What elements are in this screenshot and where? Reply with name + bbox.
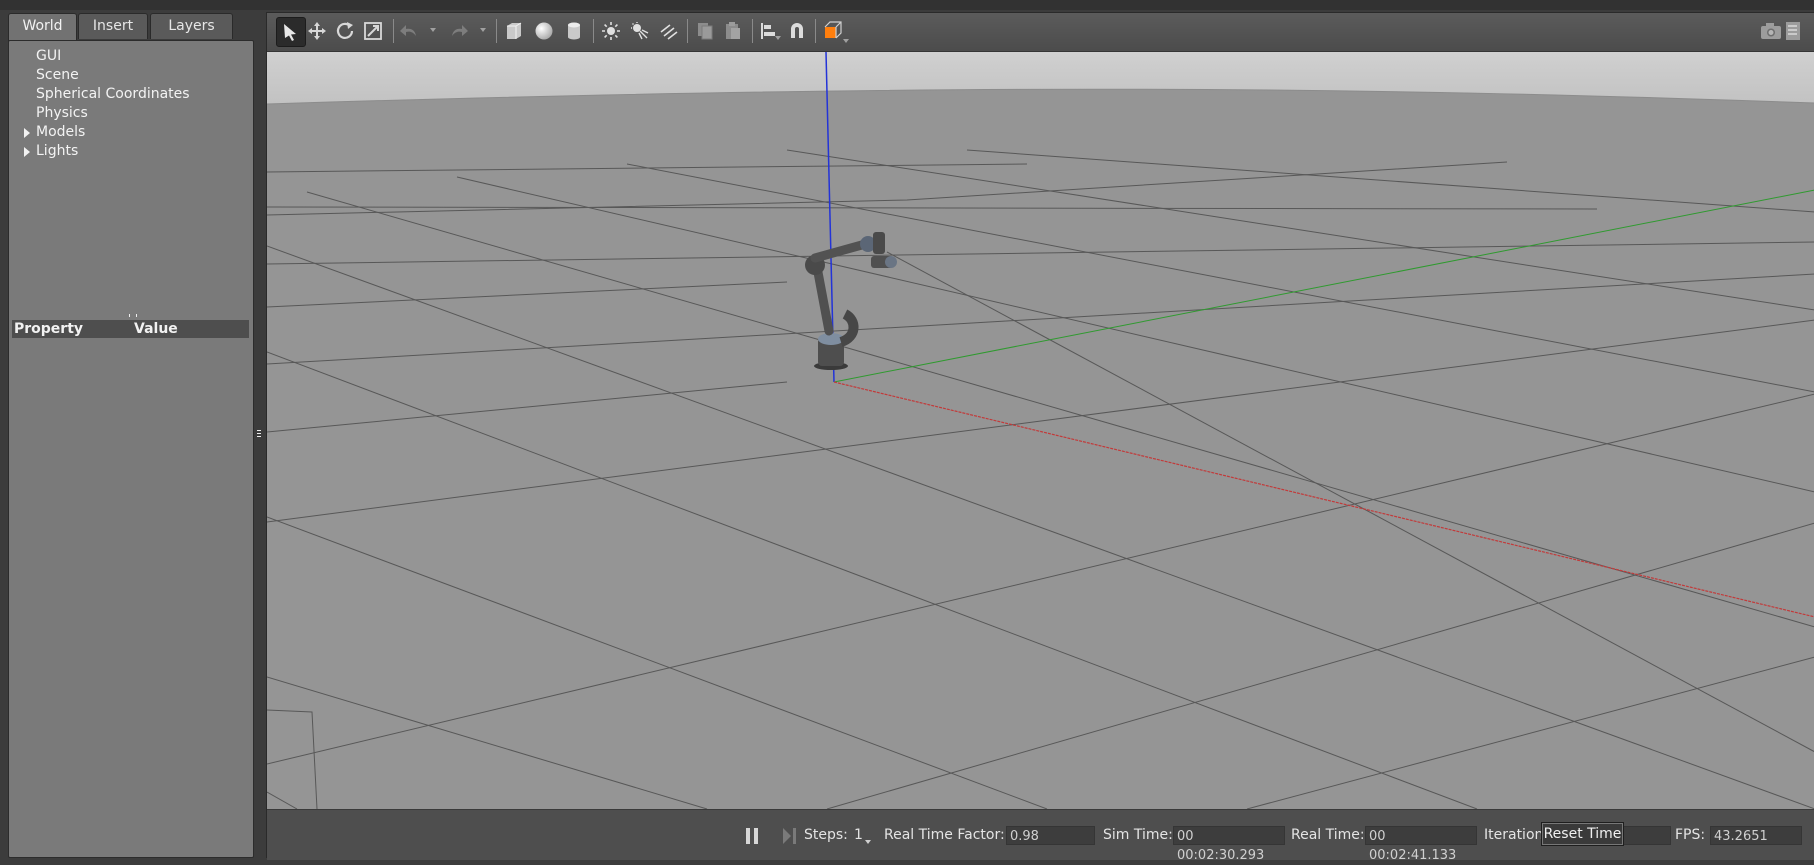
- tree-item-label: Lights: [36, 143, 79, 159]
- redo-dropdown-icon[interactable]: [480, 28, 486, 32]
- world-panel: GUI Scene Spherical Coordinates Physics …: [8, 40, 254, 858]
- steps-dropdown-icon[interactable]: [865, 840, 871, 844]
- scene-canvas: [267, 52, 1814, 809]
- tree-item-lights[interactable]: Lights: [9, 142, 249, 161]
- align-icon[interactable]: [755, 17, 783, 45]
- undo-dropdown-icon[interactable]: [430, 28, 436, 32]
- steps-value[interactable]: 1: [854, 826, 863, 845]
- translate-mode-icon[interactable]: [303, 17, 331, 45]
- property-table-header: Property Value: [12, 320, 249, 338]
- screenshot-icon[interactable]: [1757, 17, 1785, 45]
- toolbar-separator: [496, 19, 497, 43]
- select-mode-icon[interactable]: [276, 17, 306, 47]
- paste-icon[interactable]: [719, 17, 747, 45]
- toolbar-separator: [752, 19, 753, 43]
- toolbar-separator: [393, 19, 394, 43]
- spot-light-icon[interactable]: [626, 17, 654, 45]
- align-dropdown-icon[interactable]: [775, 36, 781, 40]
- tree-item-scene[interactable]: Scene: [9, 66, 249, 85]
- point-light-icon[interactable]: [597, 17, 625, 45]
- tab-layers[interactable]: Layers: [150, 13, 233, 39]
- tree-item-label: Models: [36, 124, 86, 140]
- tree-item-label: Scene: [36, 67, 79, 83]
- steps-label: Steps:: [804, 827, 848, 843]
- splitter-handle[interactable]: [129, 314, 137, 317]
- render-area: Steps: 1 Real Time Factor: 0.98 Sim Time…: [266, 12, 1814, 863]
- expand-arrow-icon[interactable]: [24, 147, 30, 157]
- copy-icon[interactable]: [691, 17, 719, 45]
- window-top-strip: [0, 0, 1814, 10]
- toolbar-separator: [687, 19, 688, 43]
- real-time-label: Real Time:: [1291, 827, 1365, 843]
- ground-plane: [267, 89, 1814, 809]
- sim-time-field: 00 00:02:30.293: [1173, 826, 1285, 863]
- tree-item-label: Spherical Coordinates: [36, 86, 190, 102]
- real-time-factor-field: 0.98: [1006, 826, 1095, 845]
- directional-light-icon[interactable]: [655, 17, 683, 45]
- column-header-value[interactable]: Value: [134, 320, 178, 338]
- rotate-mode-icon[interactable]: [331, 17, 359, 45]
- fps-label: FPS:: [1675, 827, 1706, 843]
- toolbar: [267, 13, 1814, 52]
- sim-time-label: Sim Time:: [1103, 827, 1173, 843]
- fps-field: 43.2651: [1710, 826, 1802, 845]
- log-icon[interactable]: [1784, 17, 1804, 45]
- cylinder-shape-icon[interactable]: [560, 17, 588, 45]
- panel-splitter-grip[interactable]: [257, 430, 261, 439]
- toolbar-separator: [815, 19, 816, 43]
- sphere-shape-icon[interactable]: [530, 17, 558, 45]
- tree-item-models[interactable]: Models: [9, 123, 249, 142]
- scale-mode-icon[interactable]: [359, 17, 387, 45]
- reset-time-button[interactable]: Reset Time: [1541, 822, 1624, 846]
- 3d-viewport[interactable]: [267, 52, 1814, 809]
- tab-insert[interactable]: Insert: [78, 13, 148, 39]
- view-angle-dropdown-icon[interactable]: [843, 39, 849, 43]
- box-shape-icon[interactable]: [500, 17, 528, 45]
- redo-icon[interactable]: [445, 17, 473, 45]
- pause-icon[interactable]: [746, 828, 760, 844]
- tree-item-spherical-coordinates[interactable]: Spherical Coordinates: [9, 85, 249, 104]
- step-icon[interactable]: [783, 828, 797, 844]
- snap-icon[interactable]: [783, 17, 811, 45]
- expand-arrow-icon[interactable]: [24, 128, 30, 138]
- tree-item-label: GUI: [36, 48, 62, 64]
- toolbar-separator: [593, 19, 594, 43]
- column-header-property[interactable]: Property: [14, 320, 83, 338]
- tree-item-physics[interactable]: Physics: [9, 104, 249, 123]
- real-time-factor-label: Real Time Factor:: [884, 827, 1005, 843]
- undo-icon[interactable]: [395, 17, 423, 45]
- world-tree: GUI Scene Spherical Coordinates Physics …: [9, 47, 249, 161]
- tree-item-label: Physics: [36, 105, 88, 121]
- tab-world[interactable]: World: [8, 13, 77, 42]
- real-time-field: 00 00:02:41.133: [1365, 826, 1477, 863]
- tree-item-gui[interactable]: GUI: [9, 47, 249, 66]
